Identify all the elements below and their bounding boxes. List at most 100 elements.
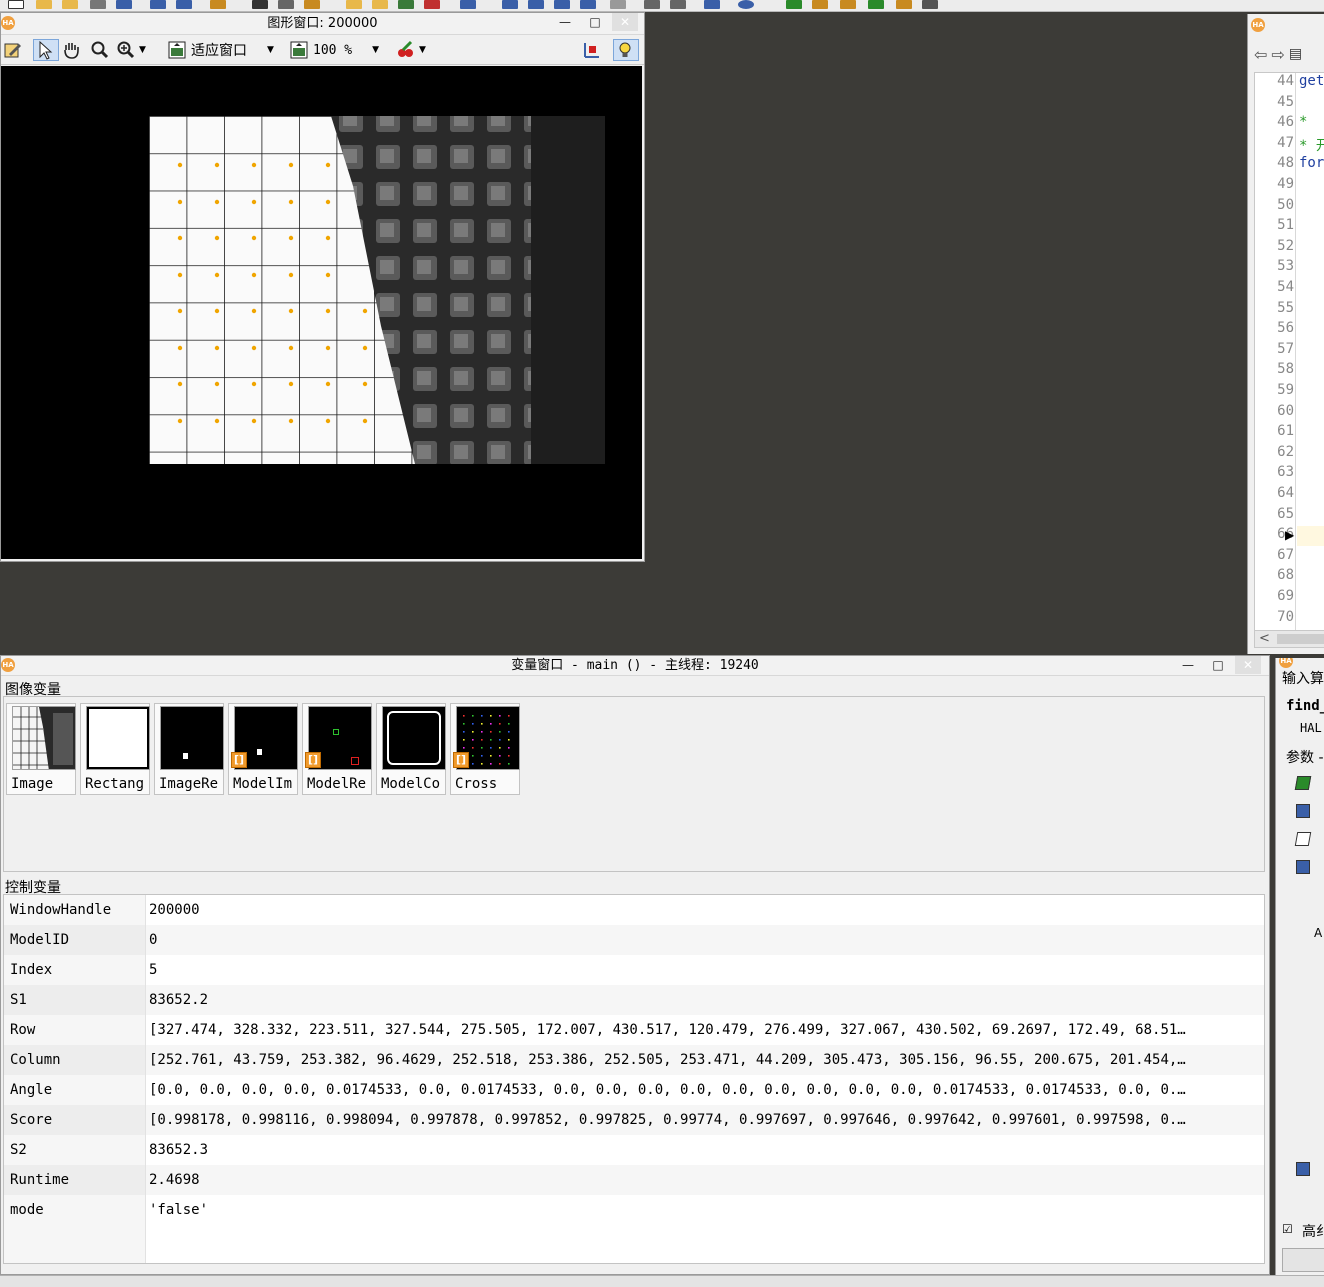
control-var-row[interactable]: S2 83652.3 xyxy=(4,1135,1264,1165)
code-line[interactable]: 57 xyxy=(1255,341,1324,362)
code-line[interactable]: 53 xyxy=(1255,258,1324,279)
control-var-row[interactable]: Row [327.474, 328.332, 223.511, 327.544, … xyxy=(4,1015,1264,1045)
magnifier-icon[interactable] xyxy=(89,39,111,61)
code-line[interactable]: 63 xyxy=(1255,464,1324,485)
open-file-icon[interactable] xyxy=(36,0,52,9)
code-line[interactable]: 65 xyxy=(1255,506,1324,527)
control-var-row[interactable]: Score [0.998178, 0.998116, 0.998094, 0.99… xyxy=(4,1105,1264,1135)
control-param-icon[interactable] xyxy=(1296,860,1310,874)
scrollbar-thumb[interactable] xyxy=(1277,634,1324,644)
stop-icon[interactable] xyxy=(610,0,626,9)
code-line[interactable]: 49 xyxy=(1255,176,1324,197)
code-line[interactable]: 48 for xyxy=(1255,155,1324,176)
settings-icon[interactable] xyxy=(210,0,226,9)
code-line[interactable]: 59 xyxy=(1255,382,1324,403)
paste-icon[interactable] xyxy=(304,0,320,9)
code-line[interactable]: 50 xyxy=(1255,197,1324,218)
window-icon[interactable] xyxy=(704,0,720,9)
code-line[interactable]: 62 xyxy=(1255,444,1324,465)
control-var-row[interactable]: mode'false' xyxy=(4,1195,1264,1225)
pointer-icon[interactable] xyxy=(33,39,59,61)
code-line[interactable]: 54 xyxy=(1255,279,1324,300)
inspect-icon[interactable] xyxy=(786,0,802,9)
operator-ok-button[interactable] xyxy=(1282,1248,1324,1272)
new-file-icon[interactable] xyxy=(8,0,24,9)
step-into-icon[interactable] xyxy=(554,0,570,9)
output-param-icon[interactable] xyxy=(1296,1162,1310,1176)
measure-icon[interactable] xyxy=(812,0,828,9)
image-var-modelimage[interactable]: [] ModelIm xyxy=(228,703,298,795)
feature-icon[interactable] xyxy=(868,0,884,9)
zoom-dropdown-arrow-icon[interactable]: ▼ xyxy=(139,45,146,55)
code-line[interactable]: 60 xyxy=(1255,403,1324,424)
image-param-icon[interactable] xyxy=(1294,776,1312,790)
lightbulb-icon[interactable] xyxy=(613,39,639,61)
run-icon[interactable] xyxy=(502,0,518,9)
var-close-button[interactable]: ✕ xyxy=(1235,656,1261,674)
open-folder-icon[interactable] xyxy=(62,0,78,9)
clipboard-icon[interactable]: ▤ xyxy=(1289,46,1302,62)
code-line[interactable]: 68 xyxy=(1255,567,1324,588)
step-out-icon[interactable] xyxy=(580,0,596,9)
clock-icon[interactable] xyxy=(738,0,754,9)
doc-icon[interactable] xyxy=(670,0,686,9)
step-over-icon[interactable] xyxy=(528,0,544,9)
graphics-window-titlebar[interactable]: HA 图形窗口: 200000 — □ ✕ xyxy=(1,13,644,35)
code-line[interactable]: 51 xyxy=(1255,217,1324,238)
image-canvas[interactable] xyxy=(1,66,642,559)
histogram-icon[interactable] xyxy=(840,0,856,9)
back-arrow-icon[interactable]: ⇦ xyxy=(1254,45,1267,64)
cut-icon[interactable] xyxy=(252,0,268,9)
image-var-modelregion[interactable]: [] ModelRe xyxy=(302,703,372,795)
zoom-in-icon[interactable]: ▼ xyxy=(115,39,146,61)
control-var-row[interactable]: S1 83652.2 xyxy=(4,985,1264,1015)
code-line[interactable]: 58 xyxy=(1255,361,1324,382)
code-line[interactable]: 70 xyxy=(1255,609,1324,630)
code-line[interactable]: 64 xyxy=(1255,485,1324,506)
copy-icon[interactable] xyxy=(278,0,294,9)
save-icon[interactable] xyxy=(90,0,106,9)
image-var-rectangle[interactable]: Rectang xyxy=(80,703,150,795)
model-param-icon[interactable] xyxy=(1296,804,1310,818)
code-area[interactable]: 44 get 45 46 * 47 * 开 48 for 49 50 51 52 53 54 55 56 57 58… xyxy=(1254,72,1324,642)
grid-param-icon[interactable] xyxy=(1294,832,1312,846)
code-line[interactable]: 69 xyxy=(1255,588,1324,609)
save-all-icon[interactable] xyxy=(116,0,132,9)
code-line[interactable]: 61 xyxy=(1255,423,1324,444)
code-line[interactable]: 46 * xyxy=(1255,114,1324,135)
image-var-cross[interactable]: [] Cross xyxy=(450,703,520,795)
calibration-icon[interactable] xyxy=(896,0,912,9)
code-line[interactable]: 55 xyxy=(1255,300,1324,321)
edit-draw-icon[interactable] xyxy=(3,39,23,61)
axis-tool-icon[interactable] xyxy=(581,39,603,61)
zoom-level-dropdown-arrow-icon[interactable]: ▼ xyxy=(372,45,379,55)
image-var-imagereduced[interactable]: ImageRe xyxy=(154,703,224,795)
control-var-row[interactable]: WindowHandle 200000 xyxy=(4,895,1264,925)
maximize-button[interactable]: □ xyxy=(582,13,608,31)
control-var-row[interactable]: ModelID 0 xyxy=(4,925,1264,955)
pan-hand-icon[interactable] xyxy=(61,39,83,61)
code-line[interactable]: 47 * 开 xyxy=(1255,135,1324,156)
code-line[interactable]: 45 xyxy=(1255,94,1324,115)
export-icon[interactable] xyxy=(176,0,192,9)
control-var-row[interactable]: Runtime 2.4698 xyxy=(4,1165,1264,1195)
redo-icon[interactable] xyxy=(372,0,388,9)
insert-icon[interactable] xyxy=(398,0,414,9)
horizontal-scrollbar[interactable]: < xyxy=(1254,630,1324,648)
advanced-toggle-icon[interactable]: ☑ xyxy=(1282,1222,1293,1236)
var-maximize-button[interactable]: □ xyxy=(1205,656,1231,674)
forward-arrow-icon[interactable]: ⇨ xyxy=(1271,45,1284,64)
color-dropdown-arrow-icon[interactable]: ▼ xyxy=(419,45,426,55)
code-line[interactable]: 44 get xyxy=(1255,73,1324,94)
control-var-row[interactable]: Column [252.761, 43.759, 253.382, 96.4629… xyxy=(4,1045,1264,1075)
image-var-image[interactable]: Image xyxy=(6,703,76,795)
print-icon[interactable] xyxy=(150,0,166,9)
find-icon[interactable] xyxy=(460,0,476,9)
minimize-button[interactable]: — xyxy=(552,13,578,31)
scroll-left-icon[interactable]: < xyxy=(1259,631,1270,646)
edit-icon[interactable] xyxy=(424,0,440,9)
ocr-icon[interactable] xyxy=(922,0,938,9)
fit-window-button[interactable]: 适应窗口 ▼ xyxy=(167,39,274,61)
image-var-modelcontours[interactable]: ModelCo xyxy=(376,703,446,795)
color-tool-icon[interactable]: ▼ xyxy=(395,39,426,61)
